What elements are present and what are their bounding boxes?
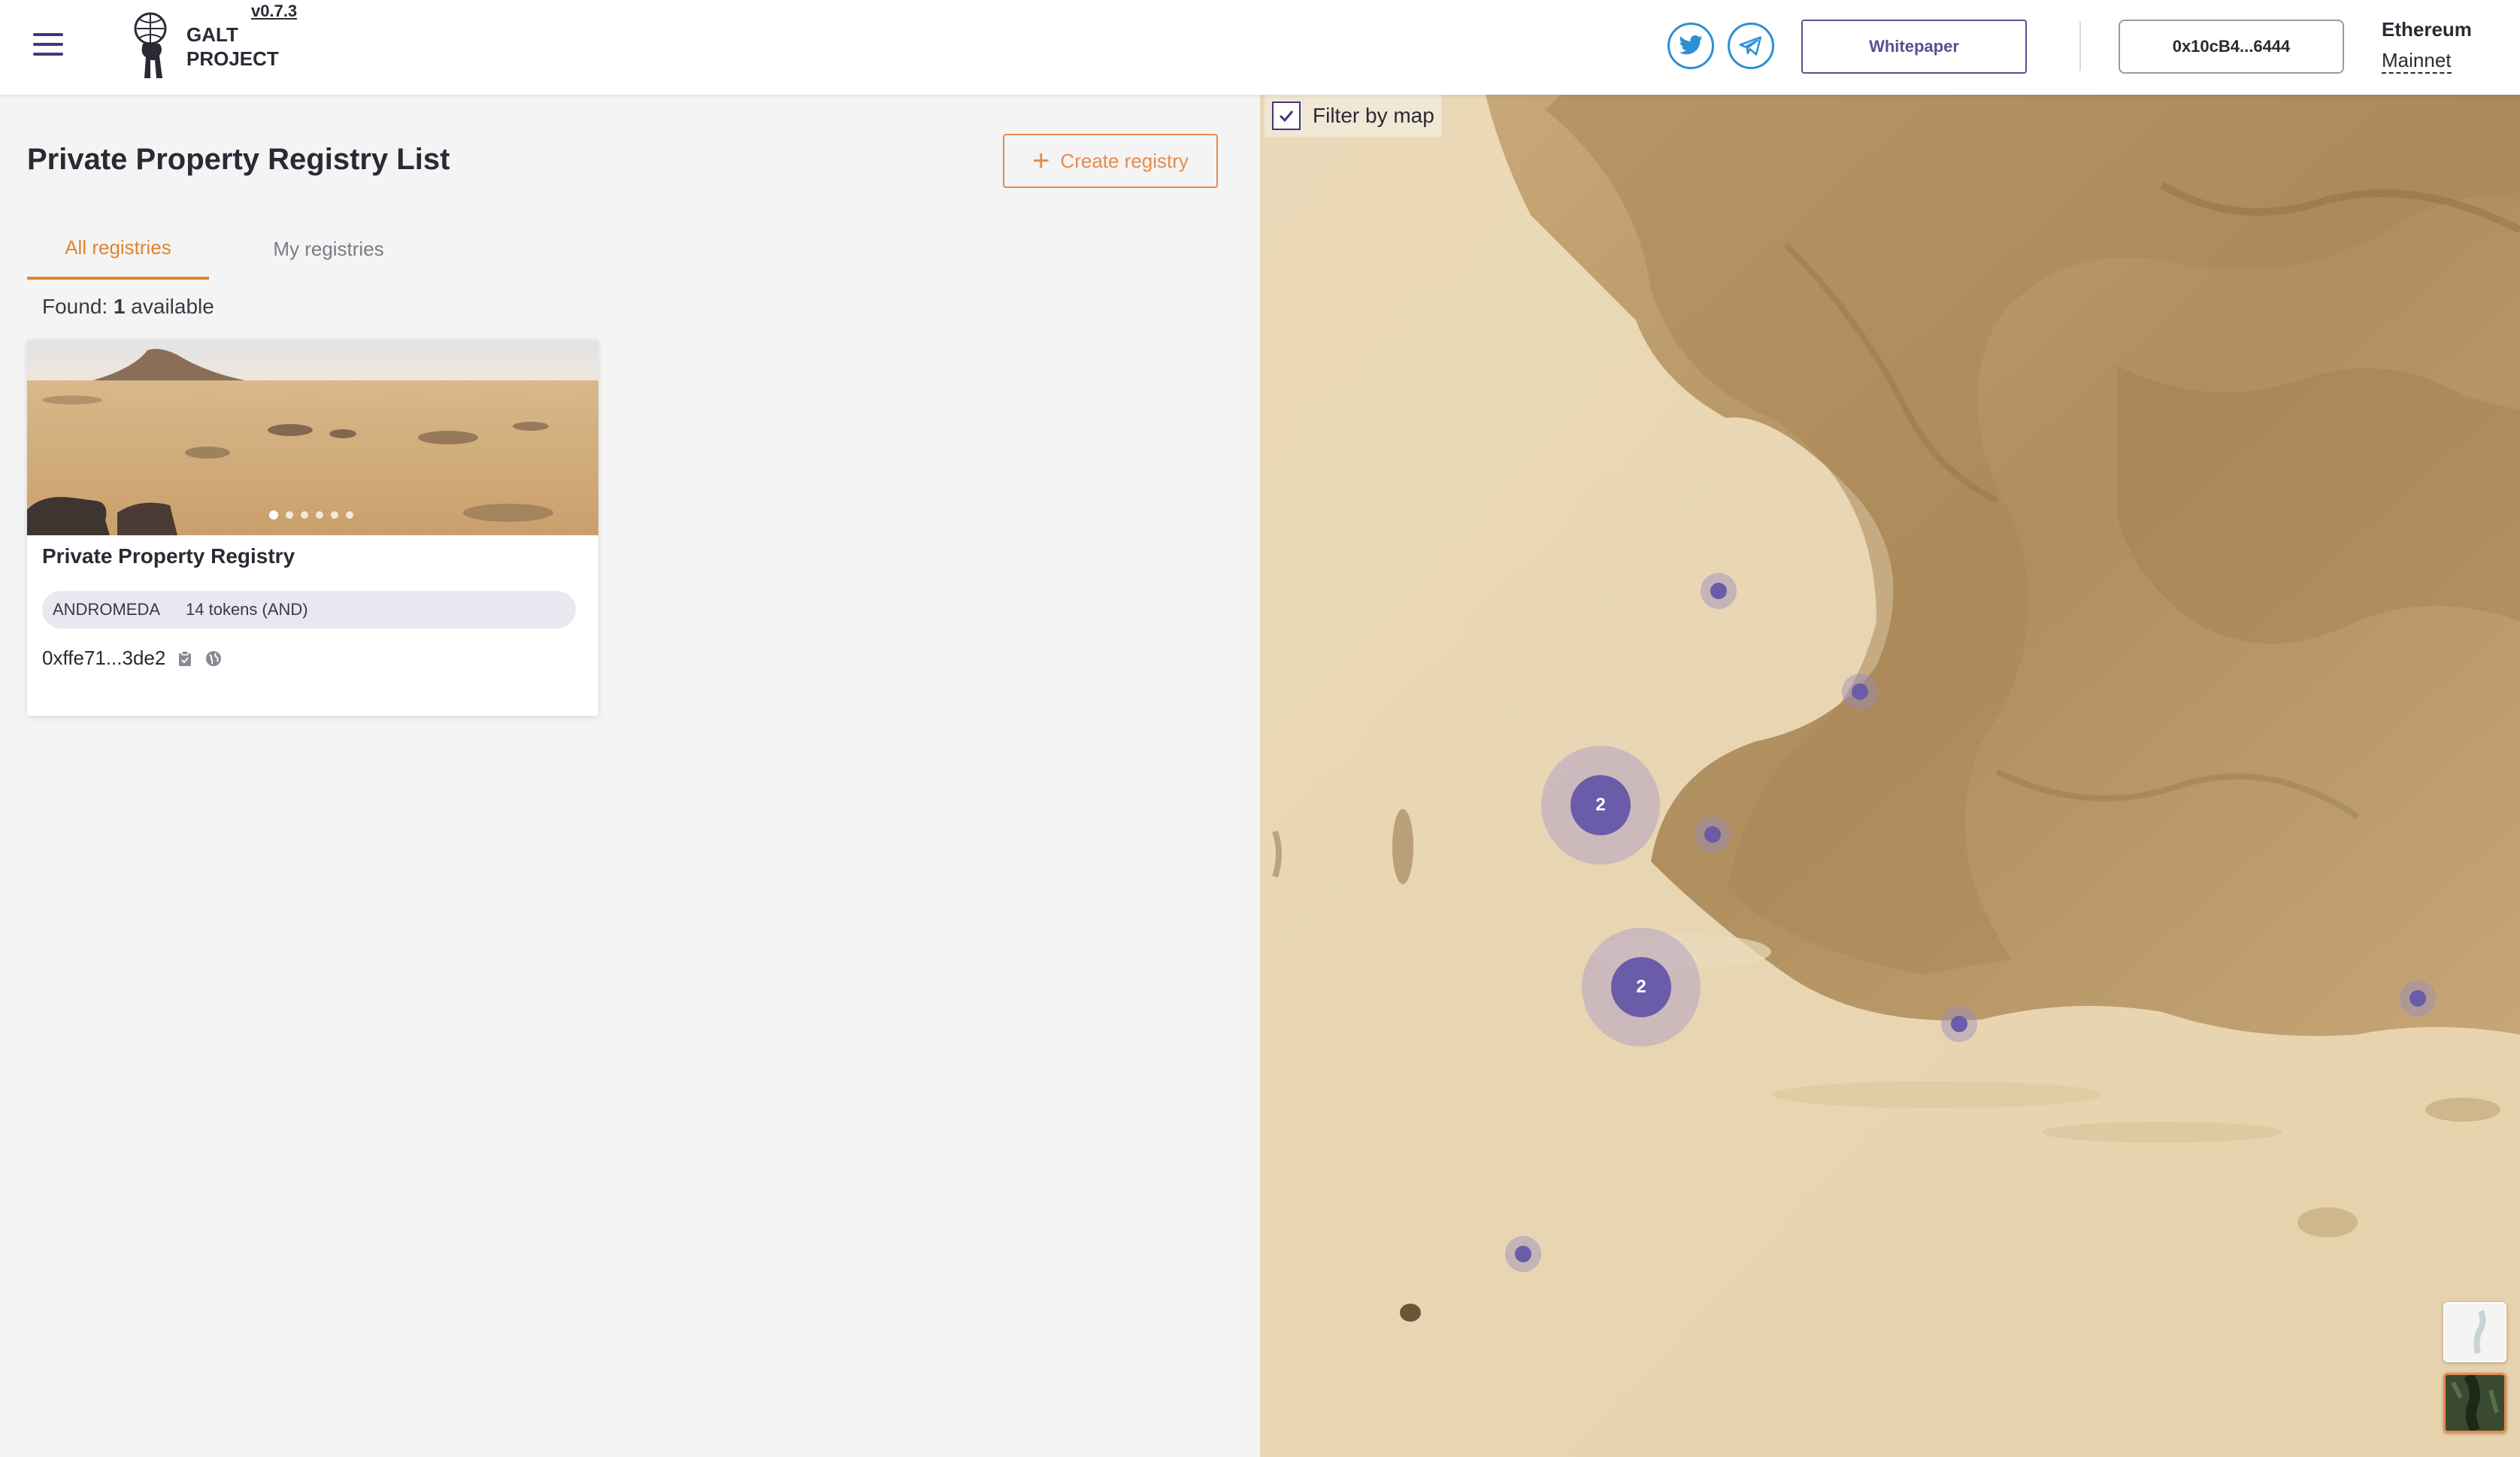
version-link[interactable]: v0.7.3 — [251, 2, 297, 21]
logo-text: GALT PROJECT — [186, 23, 279, 70]
registry-image[interactable] — [27, 340, 598, 535]
globe-icon[interactable] — [204, 650, 223, 668]
header-divider — [2079, 21, 2081, 71]
carousel-dot[interactable] — [286, 511, 293, 519]
registry-ticker: ANDROMEDA — [53, 600, 161, 619]
twitter-icon[interactable] — [1667, 23, 1714, 69]
satellite-terrain — [1260, 95, 2520, 1457]
page-title: Private Property Registry List — [27, 143, 450, 176]
map-layer-button[interactable] — [2443, 1302, 2506, 1362]
create-registry-button[interactable]: + Create registry — [1003, 134, 1218, 188]
registry-title[interactable]: Private Property Registry — [42, 544, 295, 568]
map-marker[interactable] — [1941, 1006, 1977, 1042]
satellite-layer-button[interactable] — [2443, 1373, 2506, 1433]
create-registry-label: Create registry — [1060, 149, 1189, 172]
telegram-icon[interactable] — [1728, 23, 1774, 69]
registry-address: 0xffe71...3de2 — [42, 647, 166, 669]
map-cluster[interactable]: 2 — [1541, 746, 1660, 865]
menu-icon[interactable] — [33, 33, 63, 60]
plus-icon: + — [1032, 144, 1050, 177]
filter-checkbox[interactable] — [1272, 101, 1301, 130]
filter-label: Filter by map — [1313, 104, 1434, 127]
network-selector[interactable]: Mainnet — [2382, 48, 2452, 74]
registry-address-row: 0xffe71...3de2 — [42, 647, 223, 670]
image-carousel-dots — [269, 510, 353, 519]
carousel-dot[interactable] — [269, 510, 278, 519]
network-name: Ethereum — [2382, 18, 2472, 41]
map-marker[interactable] — [1701, 573, 1737, 609]
filter-by-map-toggle[interactable]: Filter by map — [1265, 95, 1442, 137]
copy-icon[interactable] — [176, 650, 194, 668]
registry-token-pill: ANDROMEDA 14 tokens (AND) — [42, 591, 576, 629]
wallet-address-button[interactable]: 0x10cB4...6444 — [2119, 20, 2344, 74]
map-marker[interactable] — [1695, 816, 1731, 853]
carousel-dot[interactable] — [331, 511, 338, 519]
map-marker[interactable] — [1842, 674, 1878, 710]
registry-card[interactable]: Private Property Registry ANDROMEDA 14 t… — [27, 340, 598, 716]
carousel-dot[interactable] — [346, 511, 353, 519]
map-marker[interactable] — [2400, 980, 2436, 1016]
whitepaper-button[interactable]: Whitepaper — [1801, 20, 2027, 74]
galt-logo-icon — [134, 12, 167, 78]
map-cluster[interactable]: 2 — [1582, 928, 1701, 1047]
map-marker[interactable] — [1505, 1236, 1541, 1272]
top-header: GALT PROJECT v0.7.3 Whitepaper 0x10cB4..… — [0, 0, 2520, 95]
carousel-dot[interactable] — [316, 511, 323, 519]
registry-token-count: 14 tokens (AND) — [186, 600, 308, 619]
carousel-dot[interactable] — [301, 511, 308, 519]
map-view[interactable]: Filter by map 2 2 — [1260, 95, 2520, 1457]
found-count: Found: 1 available — [42, 295, 214, 318]
tab-all-registries[interactable]: All registries — [27, 218, 209, 280]
tab-my-registries[interactable]: My registries — [242, 218, 415, 280]
